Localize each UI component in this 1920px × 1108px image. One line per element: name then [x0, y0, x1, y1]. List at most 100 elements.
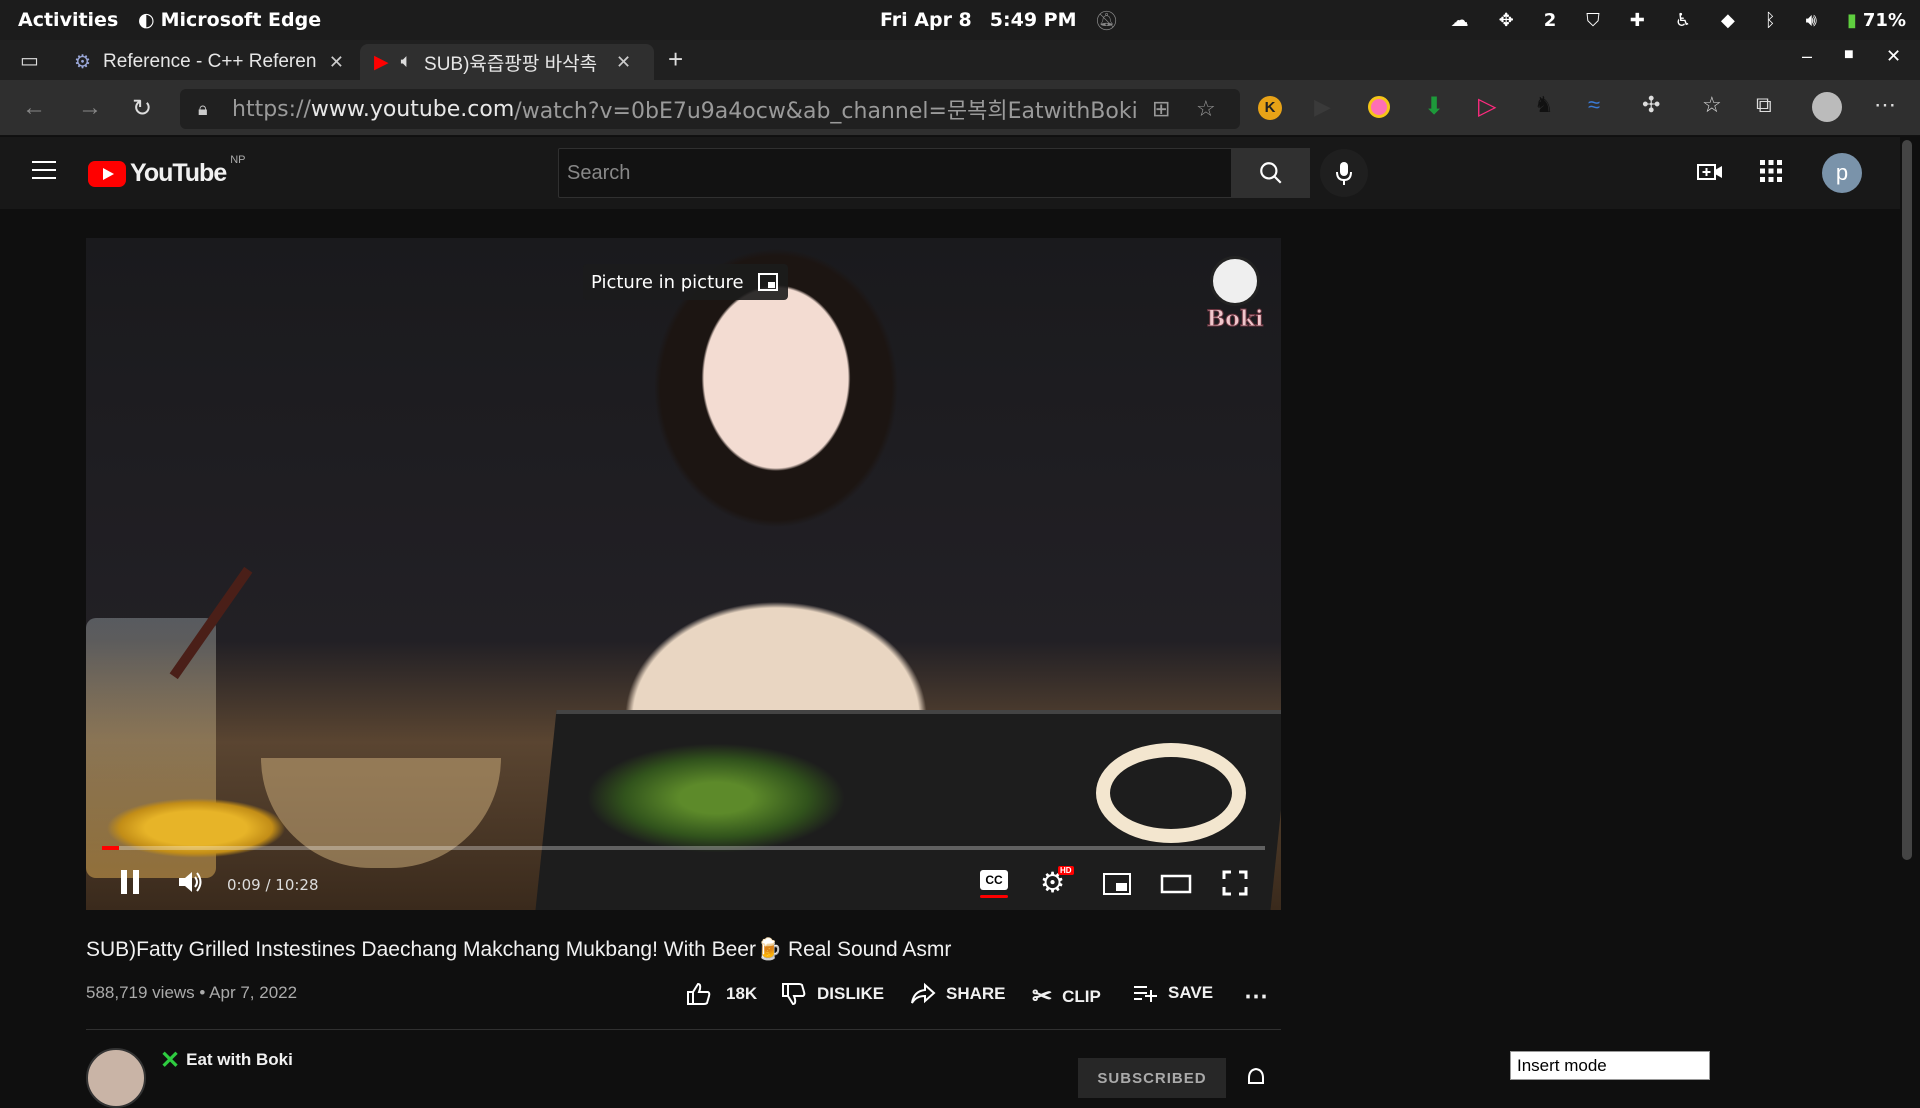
forward-button[interactable]: →: [78, 94, 102, 122]
settings-more-icon[interactable]: ⋯: [1874, 92, 1896, 118]
vim-mode-indicator: Insert mode: [1510, 1051, 1710, 1080]
profile-icon[interactable]: [1812, 92, 1842, 122]
time-display: 0:09 / 10:28: [227, 876, 319, 894]
close-window-button[interactable]: ✕: [1886, 46, 1901, 67]
video-meta: 588,719 views • Apr 7, 2022: [86, 983, 297, 1003]
add-favorite-icon[interactable]: ☆: [1196, 97, 1216, 122]
youtube-header: YouTube NP Search p: [0, 137, 1900, 209]
clip-label: CLIP: [1062, 986, 1101, 1006]
country-code: NP: [230, 153, 246, 166]
refresh-button[interactable]: ↻: [132, 94, 152, 123]
create-video-icon[interactable]: [1696, 159, 1724, 185]
subtitles-button[interactable]: CC: [980, 870, 1008, 900]
extension-wave-icon[interactable]: ≈: [1588, 92, 1600, 118]
extension-gnome-icon[interactable]: ♞: [1534, 92, 1554, 118]
close-tab-icon[interactable]: ✕: [616, 52, 631, 73]
dislike-label: DISLIKE: [817, 984, 885, 1003]
shield-icon[interactable]: ⛉: [1586, 10, 1600, 31]
clock[interactable]: Fri Apr 8 5:49 PM 🔕︎: [880, 9, 1119, 32]
like-button[interactable]: 18K: [686, 982, 757, 1006]
share-label: SHARE: [946, 984, 1006, 1003]
lock-icon[interactable]: 🔒︎: [198, 99, 208, 120]
channel-watermark[interactable]: Boki: [1206, 256, 1264, 336]
volume-icon[interactable]: [176, 868, 204, 896]
activities-button[interactable]: Activities: [18, 9, 118, 31]
extension-k-icon[interactable]: K: [1258, 96, 1282, 120]
pause-icon[interactable]: [118, 868, 142, 896]
search-input[interactable]: Search: [558, 148, 1232, 198]
channel-avatar[interactable]: [86, 1048, 146, 1108]
progress-bar[interactable]: [102, 846, 1265, 850]
audio-playing-icon[interactable]: 🔈︎: [401, 51, 412, 73]
info-divider: [86, 1029, 1281, 1030]
battery-icon[interactable]: ▮: [1847, 10, 1857, 31]
collections-icon[interactable]: ⧉: [1756, 92, 1772, 118]
tab-cpp-reference[interactable]: ⚙ Reference - C++ Referenc ✕: [60, 44, 358, 80]
extension-download-icon[interactable]: ⬇: [1424, 92, 1444, 121]
url-field[interactable]: 🔒︎ https:// www.youtube.com /watch?v=0bE…: [180, 89, 1240, 129]
search-button[interactable]: [1232, 148, 1310, 198]
extension-pink-play-icon[interactable]: ▷: [1478, 92, 1496, 121]
date-label: Fri Apr 8: [880, 9, 972, 31]
voice-search-button[interactable]: [1320, 149, 1368, 197]
cloud-icon[interactable]: ☁: [1451, 10, 1469, 31]
favorites-icon[interactable]: ☆: [1702, 92, 1722, 118]
hd-badge: HD: [1058, 866, 1074, 875]
extension-circle-icon[interactable]: [1368, 96, 1390, 118]
video-player[interactable]: Boki Picture in picture 0:09 / 10:28 CC …: [86, 238, 1281, 910]
dislike-button[interactable]: DISLIKE: [781, 982, 884, 1006]
page-scrollbar[interactable]: [1902, 140, 1912, 860]
progress-played: [102, 846, 119, 850]
miniplayer-icon[interactable]: [1102, 872, 1132, 896]
reader-view-icon[interactable]: ⊞: [1152, 97, 1170, 122]
save-button[interactable]: SAVE: [1132, 982, 1213, 1004]
time-label: 5:49 PM: [989, 9, 1077, 31]
clip-button[interactable]: ✂ CLIP: [1032, 982, 1101, 1011]
volume-icon[interactable]: 🔊︎: [1806, 10, 1817, 31]
new-tab-button[interactable]: +: [668, 44, 683, 75]
close-tab-icon[interactable]: ✕: [329, 52, 344, 73]
minimize-button[interactable]: –: [1802, 46, 1812, 67]
accessibility-icon[interactable]: ♿︎: [1675, 10, 1691, 31]
share-button[interactable]: SHARE: [910, 982, 1006, 1006]
channel-name-link[interactable]: ✕ Eat with Boki: [160, 1046, 293, 1075]
dropbox-icon[interactable]: ✥: [1499, 10, 1514, 31]
battery-percent: 71%: [1862, 9, 1906, 31]
time-separator: /: [260, 876, 276, 894]
url-scheme: https://: [232, 96, 311, 122]
menu-icon[interactable]: [32, 161, 56, 185]
app-name: Microsoft Edge: [160, 9, 322, 31]
extensions-icon[interactable]: ✣: [1642, 92, 1660, 118]
system-top-bar: Activities ◐ Microsoft Edge Fri Apr 8 5:…: [0, 0, 1920, 40]
pip-tooltip[interactable]: Picture in picture: [583, 264, 788, 300]
account-avatar[interactable]: p: [1822, 153, 1862, 193]
youtube-logo[interactable]: YouTube NP: [88, 154, 246, 188]
extension-play-icon[interactable]: ▶: [1314, 94, 1331, 120]
bluetooth-icon[interactable]: ᛒ: [1765, 10, 1776, 31]
settings-button[interactable]: ⚙ HD: [1040, 866, 1074, 899]
back-button[interactable]: ←: [22, 94, 46, 122]
more-actions-button[interactable]: ⋯: [1244, 982, 1268, 1011]
tab-title: SUB)육즙팡팡 바삭촉: [424, 53, 598, 75]
apps-grid-icon[interactable]: [1759, 159, 1783, 183]
watermark-text: Boki: [1206, 306, 1264, 333]
extensions-puzzle-icon[interactable]: ✚: [1630, 10, 1645, 31]
workspace-indicator[interactable]: 2: [1544, 10, 1557, 31]
theater-mode-icon[interactable]: [1160, 874, 1192, 894]
upload-date: Apr 7, 2022: [209, 983, 298, 1002]
subscribed-button[interactable]: SUBSCRIBED: [1078, 1058, 1226, 1098]
time-current: 0:09: [227, 876, 261, 894]
meta-separator: •: [199, 983, 210, 1002]
wifi-icon[interactable]: ◆: [1721, 10, 1735, 31]
tab-actions-icon[interactable]: ▭: [20, 48, 39, 73]
notification-bell-icon[interactable]: [1244, 1066, 1268, 1090]
address-bar-row: ← → ↻ 🔒︎ https:// www.youtube.com /watch…: [0, 80, 1920, 136]
add-to-playlist-icon: [1134, 986, 1157, 1002]
fullscreen-icon[interactable]: [1222, 870, 1248, 896]
tab-youtube[interactable]: ▶ 🔈︎ SUB)육즙팡팡 바삭촉 ✕: [360, 44, 654, 80]
maximize-button[interactable]: ■: [1844, 46, 1854, 64]
x-mark-icon: ✕: [160, 1046, 181, 1074]
app-menu[interactable]: ◐ Microsoft Edge: [138, 9, 321, 31]
save-label: SAVE: [1168, 983, 1214, 1002]
share-icon: [911, 982, 936, 1004]
